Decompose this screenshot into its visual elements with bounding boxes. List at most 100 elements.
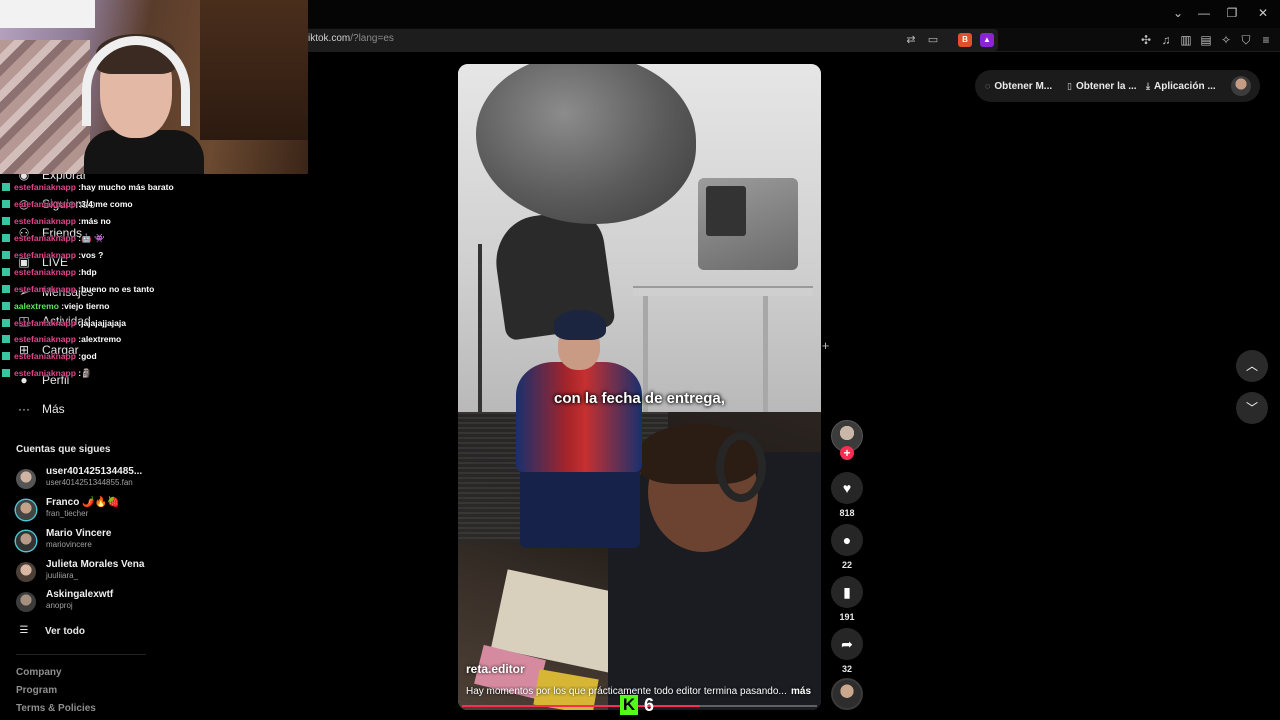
comment-button[interactable]: ● bbox=[831, 524, 863, 556]
wallet-icon[interactable]: ▤ bbox=[1198, 32, 1214, 48]
phone-icon: ▯ bbox=[1067, 80, 1072, 91]
webcam-overlay bbox=[0, 0, 308, 174]
footer-link-terms[interactable]: Terms & Policies bbox=[16, 703, 96, 714]
vpn-icon[interactable]: ⛉ bbox=[1238, 32, 1254, 48]
pill-label: Obtener M... bbox=[994, 80, 1053, 92]
chat-badge-icon bbox=[2, 318, 10, 327]
chat-message: estefaniaknapp : hdp bbox=[2, 263, 302, 280]
chat-message: aalextremo : viejo tierno bbox=[2, 297, 302, 314]
next-video-button[interactable]: ﹀ bbox=[1236, 392, 1268, 424]
webcam-wall bbox=[0, 0, 95, 28]
account-handle: user4014251344855.fan bbox=[46, 478, 133, 487]
video-player[interactable]: con la fecha de entrega, reta.editor Hay… bbox=[458, 64, 821, 710]
chat-username[interactable]: estefaniaknapp bbox=[14, 368, 76, 378]
chat-username[interactable]: aalextremo bbox=[14, 301, 59, 311]
save-count: 191 bbox=[839, 612, 855, 622]
more-button[interactable]: más bbox=[791, 686, 811, 697]
footer-link-company[interactable]: Company bbox=[16, 667, 62, 678]
following-account[interactable]: Askingalexwtf anoproj bbox=[16, 589, 216, 615]
user-avatar[interactable] bbox=[1231, 76, 1251, 96]
download-icon: ⤓ bbox=[1146, 80, 1150, 91]
chevron-down-icon[interactable]: ⌄ bbox=[1170, 6, 1186, 20]
prev-video-button[interactable]: ︿ bbox=[1236, 350, 1268, 382]
account-name: Julieta Morales Vena bbox=[46, 559, 145, 570]
account-handle: fran_tiecher bbox=[46, 509, 89, 518]
desktop-app-button[interactable]: ⤓ Aplicación ... bbox=[1146, 70, 1216, 102]
video-creator[interactable]: reta.editor bbox=[466, 662, 525, 676]
kick-logo-icon: K bbox=[620, 695, 638, 715]
brave-rewards-icon[interactable]: ▲ bbox=[980, 33, 994, 47]
chat-username[interactable]: estefaniaknapp bbox=[14, 250, 76, 260]
person-pants bbox=[520, 460, 640, 548]
music-disc[interactable] bbox=[831, 678, 863, 710]
comment-count: 22 bbox=[841, 560, 852, 570]
chat-badge-icon bbox=[2, 200, 10, 209]
get-coins-button[interactable]: ◌ Obtener M... bbox=[985, 70, 1052, 102]
sidebar-divider bbox=[16, 654, 146, 655]
chat-username[interactable]: estefaniaknapp bbox=[14, 267, 76, 277]
account-handle: juuliiara_ bbox=[46, 571, 79, 580]
monitor-shape bbox=[698, 178, 798, 270]
headphones-icon bbox=[716, 432, 766, 502]
extensions-icon[interactable]: ✣ bbox=[1138, 32, 1154, 48]
following-account[interactable]: Julieta Morales Vena juuliiara_ bbox=[16, 559, 216, 585]
share-button[interactable]: ➦ bbox=[831, 628, 863, 660]
sidebar-toggle-icon[interactable]: ▥ bbox=[1178, 32, 1194, 48]
url-text: iktok.com/?lang=es bbox=[308, 33, 394, 44]
chat-badge-icon bbox=[2, 267, 10, 276]
brave-shield-icon[interactable]: B bbox=[958, 33, 972, 47]
account-name: user401425134485... bbox=[46, 466, 143, 477]
chat-username[interactable]: estefaniaknapp bbox=[14, 284, 76, 294]
chat-username[interactable]: estefaniaknapp bbox=[14, 334, 76, 344]
following-account[interactable]: user401425134485... user4014251344855.fa… bbox=[16, 466, 216, 492]
like-button[interactable]: ♥ bbox=[831, 472, 863, 504]
heart-icon: ♥ bbox=[842, 480, 852, 496]
following-account[interactable]: Mario Vincere mariovincere bbox=[16, 528, 216, 554]
follow-plus-icon[interactable]: + bbox=[840, 446, 854, 460]
chat-username[interactable]: estefaniaknapp bbox=[14, 351, 76, 361]
restore-icon[interactable]: ❐ bbox=[1224, 6, 1240, 20]
chat-text: 🤖 👾 bbox=[81, 232, 105, 243]
chat-username[interactable]: estefaniaknapp bbox=[14, 199, 76, 209]
chat-text: viejo tierno bbox=[64, 300, 110, 311]
share-icon: ➦ bbox=[841, 636, 853, 652]
person-hair bbox=[554, 310, 606, 340]
chat-message: estefaniaknapp : 🗿 bbox=[2, 365, 302, 382]
menu-icon[interactable]: ≡ bbox=[1258, 32, 1274, 48]
chat-text: 3/4 me como bbox=[81, 199, 133, 210]
chat-message: estefaniaknapp : vos ? bbox=[2, 247, 302, 264]
cast-icon[interactable]: ▭ bbox=[926, 33, 940, 47]
minimize-icon[interactable]: — bbox=[1196, 6, 1212, 20]
save-button[interactable]: ▮ bbox=[831, 576, 863, 608]
chat-username[interactable]: estefaniaknapp bbox=[14, 182, 76, 192]
chat-message: estefaniaknapp : hay mucho más barato bbox=[2, 179, 302, 196]
chat-username[interactable]: estefaniaknapp bbox=[14, 233, 76, 243]
avatar bbox=[16, 592, 36, 612]
cursor-crosshair-icon: + bbox=[821, 338, 830, 353]
sidebar-item-mas[interactable]: ··· Más bbox=[16, 398, 65, 420]
chat-message: estefaniaknapp : más no bbox=[2, 213, 302, 230]
more-icon: ··· bbox=[18, 402, 30, 416]
chat-text: vos ? bbox=[81, 250, 104, 260]
kick-overlay: K 6 bbox=[620, 694, 654, 716]
footer-link-program[interactable]: Program bbox=[16, 685, 57, 696]
see-all-link[interactable]: ☰ Ver todo bbox=[16, 620, 86, 642]
chat-text: hdp bbox=[81, 266, 97, 277]
close-icon[interactable]: ✕ bbox=[1255, 6, 1271, 20]
following-account[interactable]: Franco 🌶️🔥🍓 fran_tiecher bbox=[16, 497, 216, 523]
boulder-shape bbox=[476, 64, 696, 224]
get-app-button[interactable]: ▯ Obtener la ... bbox=[1067, 70, 1137, 102]
address-bar[interactable]: iktok.com/?lang=es ⇄ ▭ B ▲ bbox=[300, 29, 998, 51]
kick-counter: 6 bbox=[644, 694, 655, 715]
media-icon[interactable]: ♫ bbox=[1158, 32, 1174, 48]
chat-text: 🗿 bbox=[81, 367, 92, 378]
desk-shape bbox=[633, 286, 813, 296]
translate-icon[interactable]: ⇄ bbox=[904, 33, 918, 47]
chat-username[interactable]: estefaniaknapp bbox=[14, 216, 76, 226]
chat-username[interactable]: estefaniaknapp bbox=[14, 318, 76, 328]
chat-text: jajajajjajaja bbox=[81, 317, 126, 328]
leo-icon[interactable]: ✧ bbox=[1218, 32, 1234, 48]
chat-badge-icon bbox=[2, 301, 10, 310]
like-count: 818 bbox=[839, 508, 855, 518]
overlay-person-shape bbox=[516, 310, 642, 548]
